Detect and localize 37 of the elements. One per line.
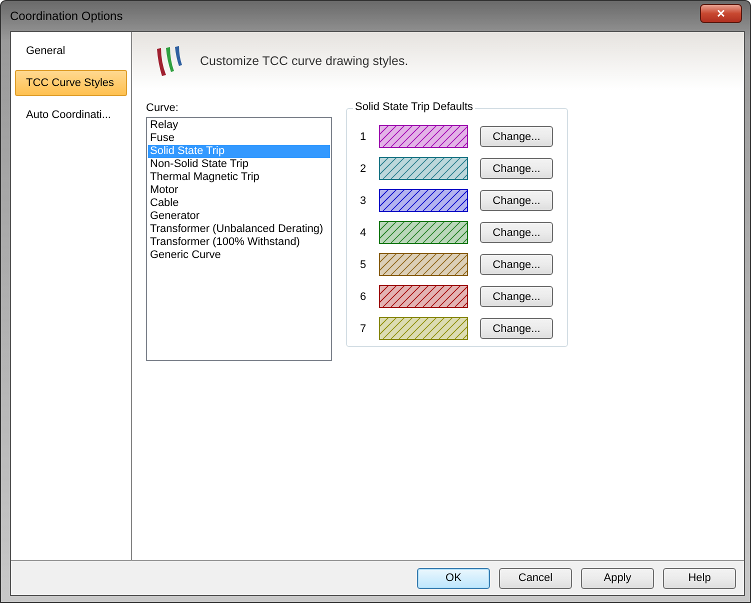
list-item[interactable]: Generator — [148, 210, 330, 223]
group-title: Solid State Trip Defaults — [353, 101, 476, 113]
list-item[interactable]: Cable — [148, 197, 330, 210]
list-item[interactable]: Transformer (100% Withstand) — [148, 236, 330, 249]
change-button[interactable]: Change... — [480, 318, 553, 339]
dialog-button[interactable]: OK — [417, 568, 490, 588]
change-button[interactable]: Change... — [480, 126, 553, 147]
style-number: 4 — [360, 226, 368, 238]
dialog-button[interactable]: Help — [663, 568, 736, 588]
style-number: 5 — [360, 258, 368, 270]
list-item[interactable]: Motor — [148, 184, 330, 197]
window-title: Coordination Options — [10, 9, 123, 23]
list-item[interactable]: Thermal Magnetic Trip — [148, 171, 330, 184]
list-item[interactable]: Relay — [148, 119, 330, 132]
change-button[interactable]: Change... — [480, 158, 553, 179]
style-number: 2 — [360, 162, 368, 174]
sidebar-item[interactable]: General — [15, 38, 127, 64]
list-item[interactable]: Generic Curve — [148, 249, 330, 262]
dialog-button[interactable]: Apply — [581, 568, 654, 588]
style-number: 1 — [360, 130, 368, 142]
style-number: 3 — [360, 194, 368, 206]
sidebar-item[interactable]: Auto Coordinati... — [15, 102, 127, 128]
dialog-button[interactable]: Cancel — [499, 568, 572, 588]
list-item[interactable]: Fuse — [148, 132, 330, 145]
list-item[interactable]: Transformer (Unbalanced Derating) — [148, 223, 330, 236]
change-button[interactable]: Change... — [480, 190, 553, 211]
change-button[interactable]: Change... — [480, 254, 553, 275]
style-number: 6 — [360, 290, 368, 302]
curves-logo-icon — [154, 45, 184, 77]
close-button[interactable]: × — [700, 4, 742, 22]
change-button[interactable]: Change... — [480, 286, 553, 307]
style-number: 7 — [360, 322, 368, 334]
header-text: Customize TCC curve drawing styles. — [200, 54, 408, 68]
sidebar-item[interactable]: TCC Curve Styles — [15, 70, 127, 96]
curve-label: Curve: — [146, 102, 180, 114]
list-item[interactable]: Non-Solid State Trip — [148, 158, 330, 171]
change-button[interactable]: Change... — [480, 222, 553, 243]
